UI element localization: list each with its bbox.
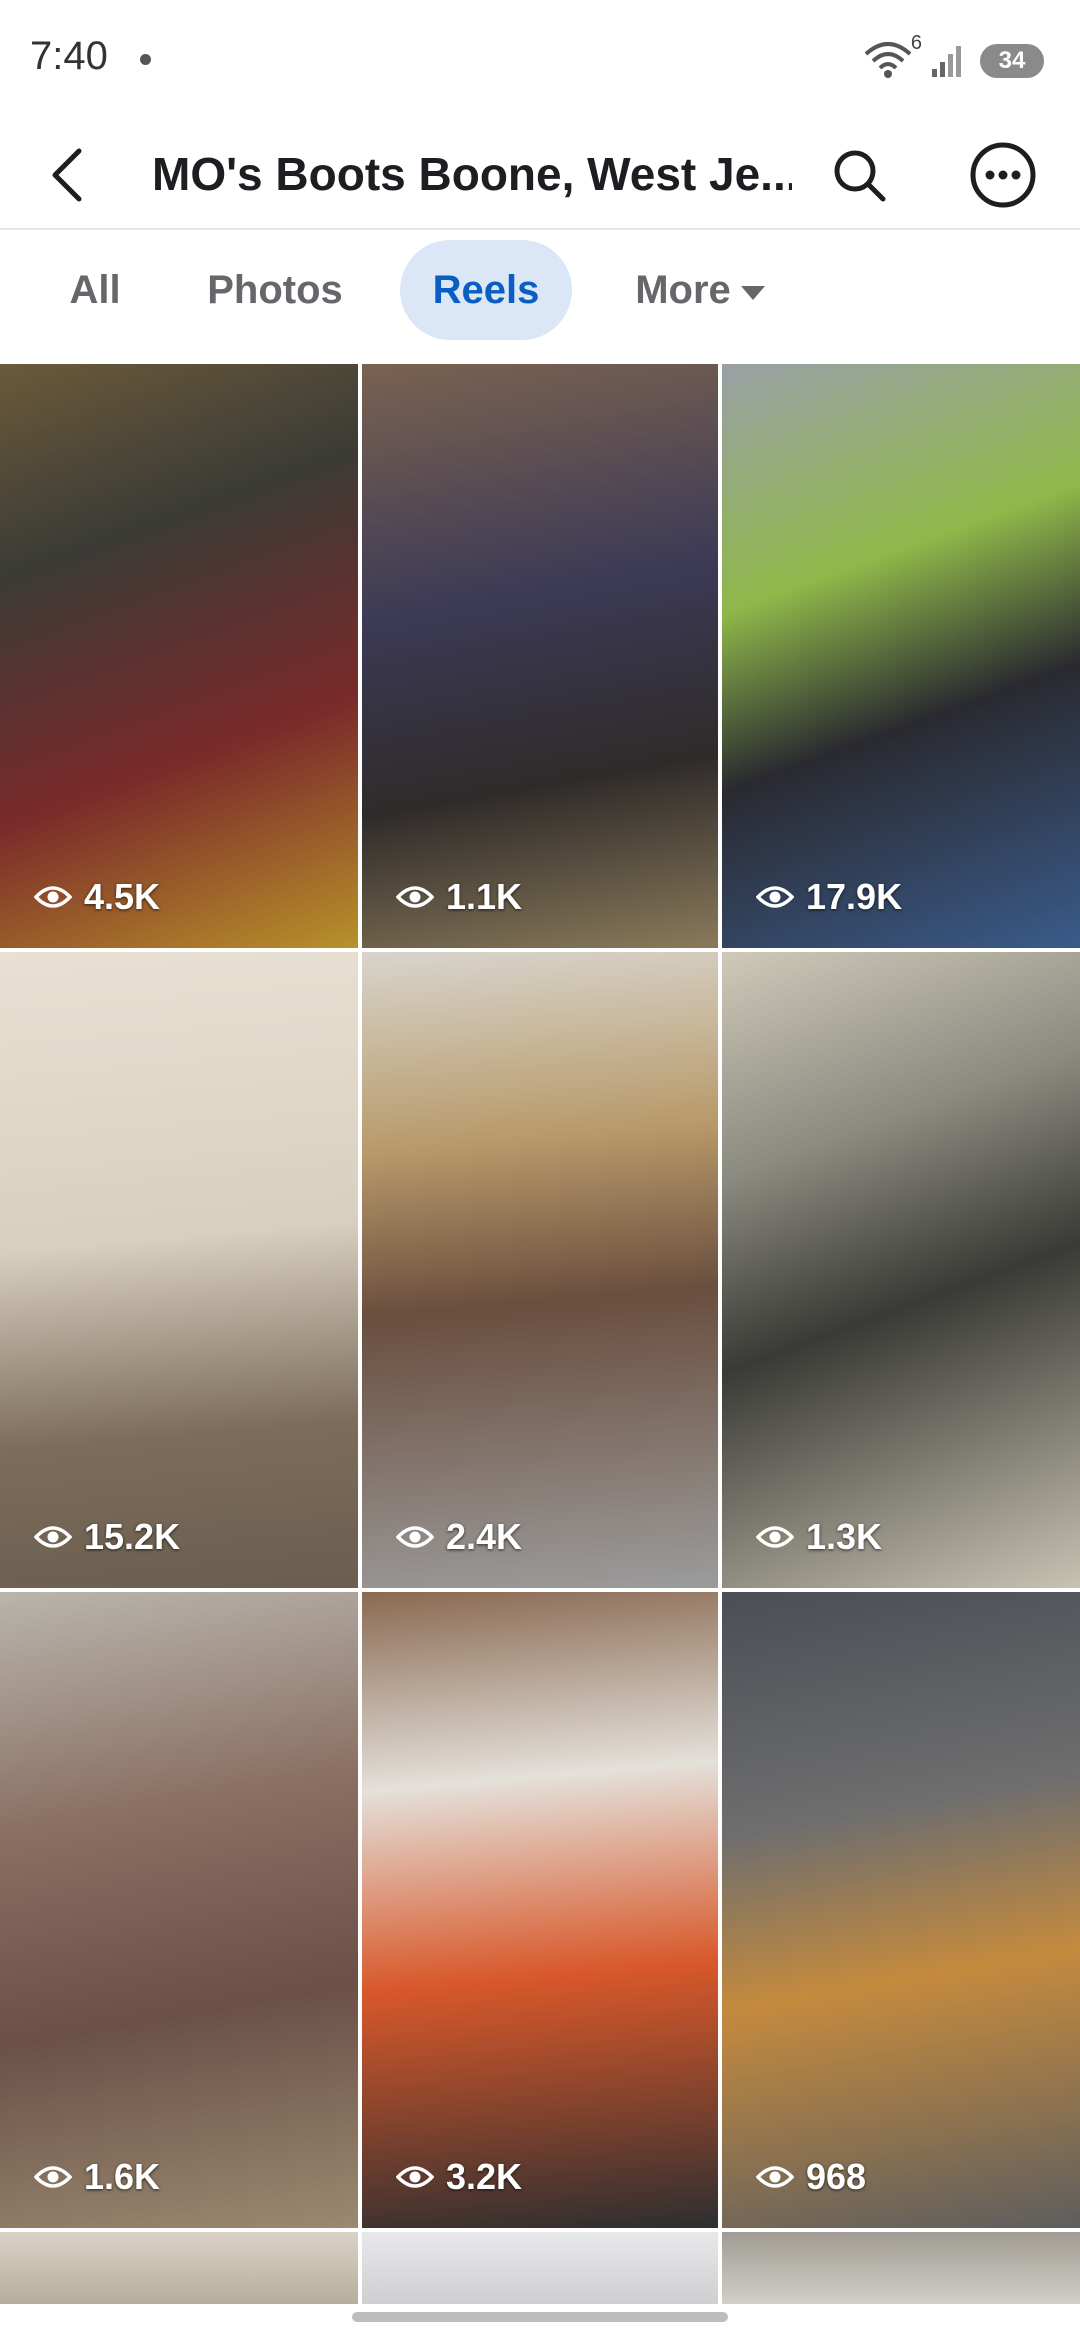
reel-tile[interactable]: 1.6K [0, 1592, 358, 2228]
back-button[interactable] [30, 138, 104, 212]
status-time: 7:40 [30, 34, 108, 78]
view-count: 1.6K [34, 2156, 160, 2198]
eye-icon [34, 2166, 72, 2188]
view-count: 1.3K [756, 1516, 882, 1558]
reel-tile[interactable]: 2.4K [362, 952, 718, 1588]
eye-icon [396, 886, 434, 908]
wifi-badge: 6 [910, 32, 922, 54]
view-count-label: 2.4K [446, 1516, 523, 1557]
view-count-label: 4.5K [84, 876, 161, 917]
view-count: 4.5K [34, 876, 160, 918]
reel-tile[interactable]: 3.2K [362, 1592, 718, 2228]
eye-icon [756, 2166, 794, 2188]
view-count: 968 [756, 2156, 866, 2198]
notification-dot [140, 54, 151, 65]
battery-icon: 34 [980, 44, 1044, 78]
view-count-label: 1.6K [84, 2156, 161, 2197]
eye-icon [396, 2166, 434, 2188]
tab-all[interactable]: All [40, 240, 150, 340]
tab-more-label: More [635, 267, 731, 312]
reel-tile[interactable] [722, 2232, 1080, 2304]
filter-tabs: All Photos Reels More [0, 240, 1080, 344]
view-count: 3.2K [396, 2156, 522, 2198]
reel-tile[interactable]: 1.1K [362, 364, 718, 948]
reel-tile[interactable]: 17.9K [722, 364, 1080, 948]
view-count-label: 1.3K [806, 1516, 883, 1557]
view-count-label: 15.2K [84, 1516, 181, 1557]
app-bar: MO's Boots Boone, West Je... [0, 120, 1080, 230]
view-count-label: 3.2K [446, 2156, 523, 2197]
home-indicator[interactable] [352, 2312, 728, 2322]
reel-tile[interactable]: 4.5K [0, 364, 358, 948]
view-count-label: 17.9K [806, 876, 903, 917]
eye-icon [756, 1526, 794, 1548]
caret-down-icon [740, 286, 765, 300]
more-options-icon [970, 142, 1036, 208]
reel-tile[interactable] [0, 2232, 358, 2304]
view-count-label: 1.1K [446, 876, 523, 917]
back-arrow-icon [52, 148, 82, 202]
tab-reels[interactable]: Reels [400, 240, 572, 340]
reel-tile[interactable]: 15.2K [0, 952, 358, 1588]
reel-tile[interactable]: 1.3K [722, 952, 1080, 1588]
view-count-label: 968 [806, 2156, 867, 2197]
tab-more[interactable]: More [610, 240, 790, 340]
wifi-icon: 6 [864, 32, 922, 82]
reel-tile[interactable]: 968 [722, 1592, 1080, 2228]
view-count: 15.2K [34, 1516, 180, 1558]
search-button[interactable] [822, 138, 896, 212]
view-count: 2.4K [396, 1516, 522, 1558]
page-title: MO's Boots Boone, West Je... [152, 148, 792, 200]
eye-icon [34, 886, 72, 908]
eye-icon [756, 886, 794, 908]
view-count: 17.9K [756, 876, 902, 918]
tab-photos[interactable]: Photos [190, 240, 360, 340]
more-options-button[interactable] [966, 138, 1040, 212]
status-icons: 6 34 [864, 32, 1044, 84]
eye-icon [396, 1526, 434, 1548]
view-count: 1.1K [396, 876, 522, 918]
reel-tile[interactable] [362, 2232, 718, 2304]
header-divider [0, 228, 1080, 230]
signal-icon [930, 43, 966, 79]
search-icon [834, 150, 886, 202]
eye-icon [34, 1526, 72, 1548]
status-bar: 7:40 6 34 [0, 0, 1080, 120]
